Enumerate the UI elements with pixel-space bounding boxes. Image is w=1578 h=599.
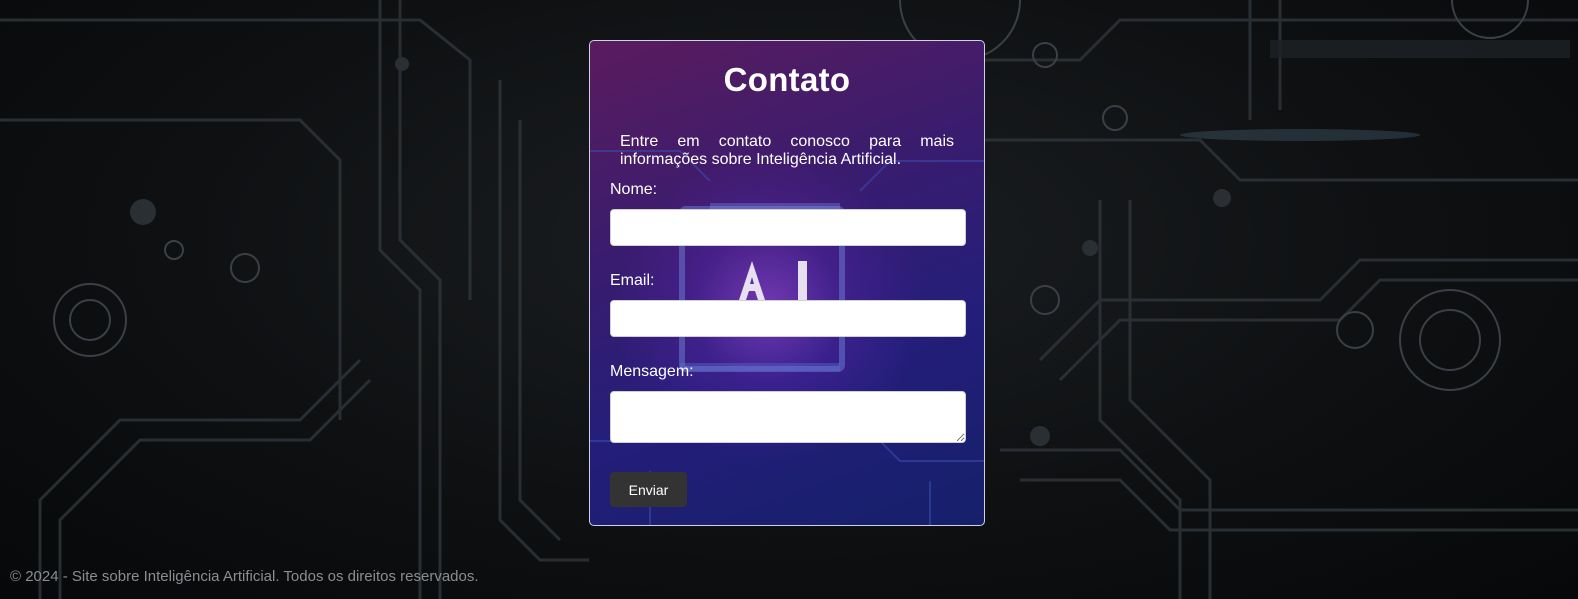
name-field[interactable] (610, 209, 966, 246)
email-label: Email: (610, 272, 655, 289)
footer-copyright: © 2024 - Site sobre Inteligência Artific… (10, 568, 479, 585)
name-label: Nome: (610, 181, 658, 198)
contact-form-card: Contato Entre em contato conosco para ma… (589, 40, 985, 526)
contact-form: Contato Entre em contato conosco para ma… (590, 41, 984, 507)
intro-text: Entre em contato conosco para mais infor… (620, 133, 954, 168)
page-title: Contato (723, 61, 851, 98)
email-field[interactable] (610, 300, 966, 337)
message-field[interactable] (610, 391, 966, 443)
message-label: Mensagem: (610, 363, 694, 380)
submit-button[interactable]: Enviar (610, 472, 687, 507)
